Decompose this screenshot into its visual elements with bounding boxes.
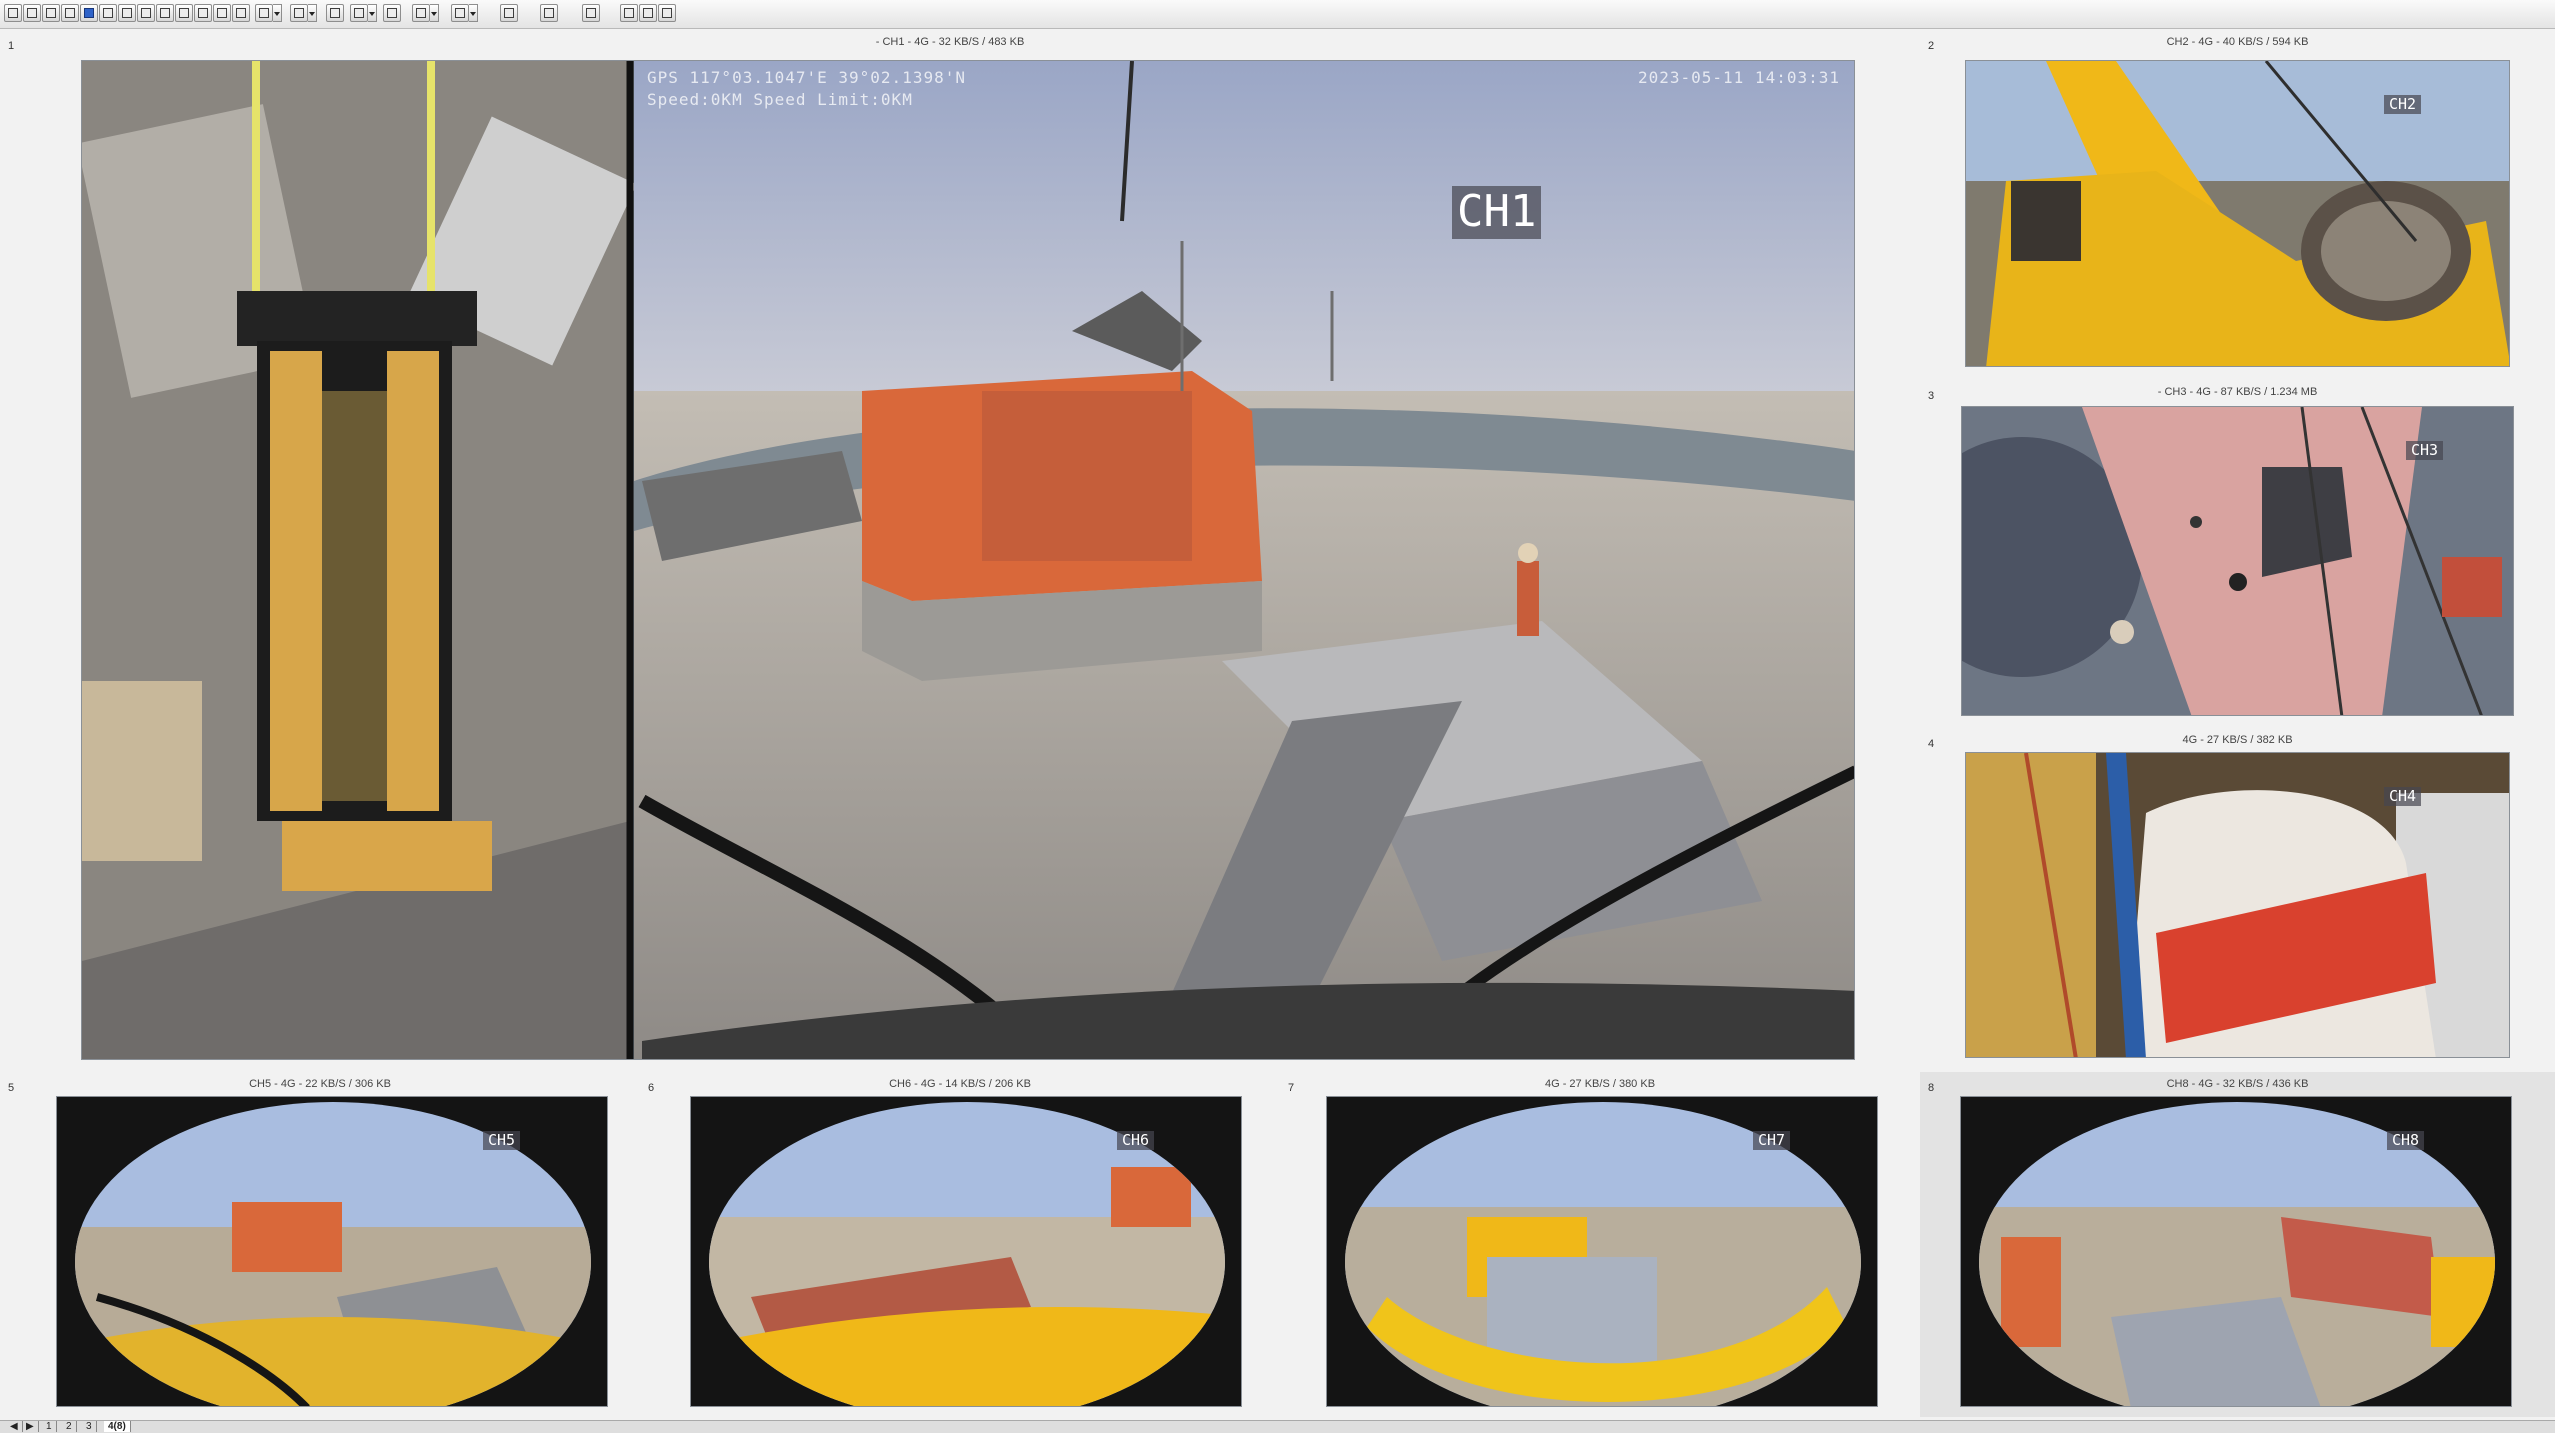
pane-caption: - CH1 - 4G - 32 KB/S / 483 KB — [875, 36, 1025, 48]
gps-overlay: GPS 117°03.1047'E 39°02.1398'N Speed:0KM… — [647, 67, 966, 111]
tab-next-icon[interactable]: ▶ — [22, 1421, 39, 1432]
camera-view-ch8 — [1961, 1097, 2511, 1406]
tab-page-2[interactable]: 2 — [62, 1421, 77, 1432]
fullscreen-icon[interactable] — [194, 4, 212, 22]
pane-caption: CH8 - 4G - 32 KB/S / 436 KB — [2166, 1078, 2309, 1090]
chevron-down-icon[interactable] — [368, 4, 377, 22]
channel-label: CH1 — [1452, 186, 1542, 239]
channel-label: CH5 — [483, 1131, 521, 1151]
layout-1x2-icon[interactable] — [23, 4, 41, 22]
snapshot-icon[interactable] — [350, 4, 368, 22]
video-pane-4[interactable]: 4 4G - 27 KB/S / 382 KB CH4 — [1920, 728, 2555, 1060]
video-feed-ch7[interactable]: CH7 — [1326, 1096, 1878, 1407]
toolbar — [0, 0, 2555, 29]
pane-caption: 4G - 27 KB/S / 382 KB — [2182, 734, 2293, 746]
chevron-down-icon[interactable] — [430, 4, 439, 22]
lock-icon[interactable] — [213, 4, 231, 22]
window-dropdown-icon[interactable] — [255, 4, 273, 22]
play-icon[interactable] — [412, 4, 430, 22]
camera-view-ch5 — [57, 1097, 607, 1406]
timestamp-overlay: 2023-05-11 14:03:31 — [1637, 68, 1840, 87]
pane-caption: CH2 - 4G - 40 KB/S / 594 KB — [2166, 36, 2309, 48]
tab-page-3[interactable]: 3 — [82, 1421, 97, 1432]
page-tabs: ◀ ▶ 1 2 3 4(8) — [0, 1420, 2555, 1433]
split-icon[interactable] — [290, 4, 308, 22]
layout-2x2-icon[interactable] — [42, 4, 60, 22]
layout-icon[interactable] — [326, 4, 344, 22]
channel-label: CH7 — [1753, 1131, 1791, 1151]
audio-icon[interactable] — [383, 4, 401, 22]
pane-caption: CH5 - 4G - 22 KB/S / 306 KB — [249, 1078, 391, 1090]
settings-icon[interactable] — [620, 4, 638, 22]
video-feed-ch6[interactable]: CH6 — [690, 1096, 1242, 1407]
video-feed-ch1[interactable]: GPS 117°03.1047'E 39°02.1398'N Speed:0KM… — [81, 60, 1855, 1060]
video-feed-ch8[interactable]: CH8 — [1960, 1096, 2512, 1407]
pane-caption: - CH3 - 4G - 87 KB/S / 1.234 MB — [2157, 386, 2318, 398]
video-pane-5[interactable]: 5 CH5 - 4G - 22 KB/S / 306 KB CH5 — [0, 1072, 640, 1417]
layout-4x4-icon[interactable] — [118, 4, 136, 22]
grid-icon[interactable] — [639, 4, 657, 22]
camera-view-ch6 — [691, 1097, 1241, 1406]
camera-view-ch7 — [1327, 1097, 1877, 1406]
speed-readout: Speed:0KM Speed Limit:0KM — [647, 90, 913, 109]
layout-8-icon[interactable] — [80, 4, 98, 22]
video-pane-6[interactable]: 6 CH6 - 4G - 14 KB/S / 206 KB CH6 — [640, 1072, 1280, 1417]
video-feed-ch4[interactable]: CH4 — [1965, 752, 2510, 1058]
zoom-out-icon[interactable] — [175, 4, 193, 22]
zoom-in-icon[interactable] — [156, 4, 174, 22]
channel-label: CH6 — [1117, 1131, 1155, 1151]
layout-3x3-icon[interactable] — [99, 4, 117, 22]
camera-view-ch4 — [1966, 753, 2509, 1057]
channel-label: CH3 — [2406, 441, 2444, 461]
channel-label: CH2 — [2384, 95, 2422, 115]
camera-view-ch2 — [1966, 61, 2509, 366]
stop-icon[interactable] — [451, 4, 469, 22]
expand-icon[interactable] — [658, 4, 676, 22]
video-pane-3[interactable]: 3 - CH3 - 4G - 87 KB/S / 1.234 MB CH3 — [1920, 380, 2555, 720]
video-feed-ch3[interactable]: CH3 — [1961, 406, 2514, 716]
channel-label: CH8 — [2387, 1131, 2425, 1151]
camera-view-ch1 — [82, 61, 1854, 1059]
video-pane-7[interactable]: 7 4G - 27 KB/S / 380 KB CH7 — [1280, 1072, 1920, 1417]
tab-prev-icon[interactable]: ◀ — [6, 1421, 23, 1432]
video-pane-8[interactable]: 8 CH8 - 4G - 32 KB/S / 436 KB CH8 — [1920, 1072, 2555, 1417]
video-pane-2[interactable]: 2 CH2 - 4G - 40 KB/S / 594 KB CH2 — [1920, 30, 2555, 375]
file-icon[interactable] — [540, 4, 558, 22]
pane-caption: CH6 - 4G - 14 KB/S / 206 KB — [889, 1078, 1031, 1090]
video-feed-ch5[interactable]: CH5 — [56, 1096, 608, 1407]
chevron-down-icon[interactable] — [308, 4, 317, 22]
video-feed-ch2[interactable]: CH2 — [1965, 60, 2510, 367]
channel-label: CH4 — [2384, 787, 2422, 807]
delete-icon[interactable] — [582, 4, 600, 22]
layout-1plus7-icon[interactable] — [61, 4, 79, 22]
gps-coordinates: GPS 117°03.1047'E 39°02.1398'N — [647, 68, 966, 87]
save-icon[interactable] — [500, 4, 518, 22]
tab-page-1[interactable]: 1 — [42, 1421, 57, 1432]
layout-custom-icon[interactable] — [137, 4, 155, 22]
tab-page-4[interactable]: 4(8) — [104, 1421, 131, 1432]
chevron-down-icon[interactable] — [273, 4, 282, 22]
chevron-down-icon[interactable] — [469, 4, 478, 22]
layout-1x1-icon[interactable] — [4, 4, 22, 22]
pane-caption: 4G - 27 KB/S / 380 KB — [1544, 1078, 1656, 1090]
video-pane-1[interactable]: 1 - CH1 - 4G - 32 KB/S / 483 KB GPS 117°… — [0, 30, 1900, 1080]
window-icon[interactable] — [232, 4, 250, 22]
